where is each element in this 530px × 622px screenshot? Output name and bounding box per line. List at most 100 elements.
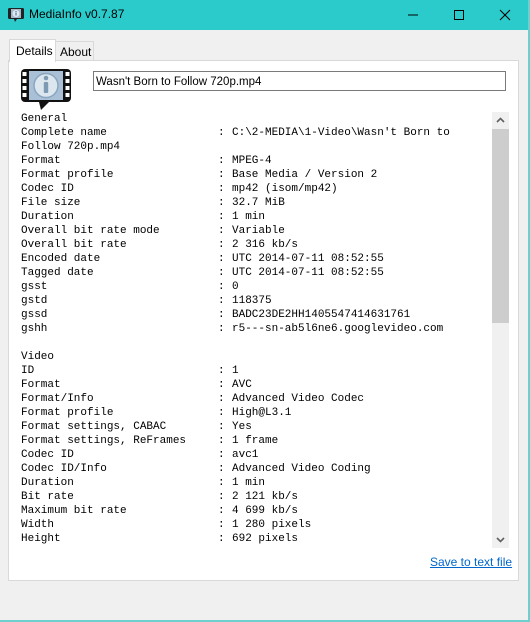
tab-details[interactable]: Details [9, 39, 56, 62]
info-value: UTC 2014-07-11 08:52:55 [232, 267, 384, 279]
info-value: avc1 [232, 449, 259, 461]
info-row: Width:1 280 pixels [21, 518, 491, 532]
info-value: Advanced Video Coding [232, 463, 371, 475]
info-value: 32.7 MiB [232, 197, 285, 209]
info-separator: : [218, 295, 225, 307]
info-separator: : [218, 183, 225, 195]
info-key: Format [21, 379, 61, 391]
info-value: 1 frame [232, 435, 279, 447]
maximize-button[interactable] [436, 0, 482, 30]
section-general-header-label: General [21, 113, 68, 125]
info-separator: : [218, 253, 225, 265]
info-row: Duration:1 min [21, 210, 491, 224]
info-row: Overall bit rate mode: Variable [21, 224, 491, 238]
info-row: gshh: r5---sn-ab5l6ne6.googlevideo.com [21, 322, 491, 336]
info-key: Duration [21, 477, 74, 489]
info-key: Overall bit rate mode [21, 225, 160, 237]
info-value: 2 121 kb/s [232, 491, 299, 503]
app-icon [8, 8, 24, 22]
info-row: Bit rate:2 121 kb/s [21, 490, 491, 504]
scroll-down-button[interactable] [492, 531, 509, 548]
info-separator: : [218, 197, 225, 209]
info-row: gssd: BADC23DE2HH1405547414631761 [21, 308, 491, 322]
info-row: Format: MPEG-4 [21, 154, 491, 168]
info-row: Overall bit rate:2 316 kb/s [21, 238, 491, 252]
scroll-up-button[interactable] [492, 112, 509, 129]
info-key: gshh [21, 323, 48, 335]
info-value: 1 [232, 365, 239, 377]
title-bar[interactable]: MediaInfo v0.7.87 [0, 0, 528, 30]
tab-about[interactable]: About [54, 41, 94, 62]
info-separator: : [218, 477, 225, 489]
mediainfo-logo-icon [21, 69, 71, 110]
scroll-thumb[interactable] [492, 129, 509, 323]
info-key: ID [21, 365, 35, 377]
info-row: gsst:0 [21, 280, 491, 294]
info-key: gssd [21, 309, 48, 321]
info-key: Format [21, 155, 61, 167]
tab-about-label: About [60, 45, 92, 59]
info-separator: : [218, 225, 225, 237]
info-value: UTC 2014-07-11 08:52:55 [232, 253, 384, 265]
info-key: File size [21, 197, 81, 209]
info-separator: : [218, 435, 225, 447]
section-video-header-label: Video [21, 351, 55, 363]
blank-row [21, 336, 491, 350]
info-separator: : [218, 519, 225, 531]
save-to-text-file-link[interactable]: Save to text file [430, 555, 512, 569]
filename-field[interactable]: Wasn't Born to Follow 720p.mp4 [93, 71, 506, 91]
info-value: r5---sn-ab5l6ne6.googlevideo.com [232, 323, 444, 335]
info-row: Tagged date: UTC 2014-07-11 08:52:55 [21, 266, 491, 280]
info-key: Tagged date [21, 267, 94, 279]
info-row: Format: AVC [21, 378, 491, 392]
info-row: Format profile: High@L3.1 [21, 406, 491, 420]
info-row: Complete name: C:\2-MEDIA\1-Video\Wasn't … [21, 126, 491, 140]
info-key: Follow 720p.mp4 [21, 141, 121, 153]
info-key: gsst [21, 281, 48, 293]
info-value: 1 280 pixels [232, 519, 312, 531]
info-key: Format profile [21, 169, 114, 181]
info-separator: : [218, 169, 225, 181]
info-row: Format settings, ReFrames:1 frame [21, 434, 491, 448]
info-separator: : [218, 407, 225, 419]
info-key: Duration [21, 211, 74, 223]
info-key: Overall bit rate [21, 239, 127, 251]
info-value: 1 min [232, 477, 266, 489]
info-separator: : [218, 505, 225, 517]
info-key: Maximum bit rate [21, 505, 127, 517]
info-separator: : [218, 309, 225, 321]
minimize-button[interactable] [390, 0, 436, 30]
info-row: Format settings, CABAC: Yes [21, 420, 491, 434]
info-separator: : [218, 533, 225, 545]
info-value: Base Media / Version 2 [232, 169, 378, 181]
info-value: 692 pixels [232, 533, 299, 545]
info-value: High@L3.1 [232, 407, 292, 419]
info-value: mp42 (isom/mp42) [232, 183, 338, 195]
info-row: Follow 720p.mp4 [21, 140, 491, 154]
info-separator: : [218, 379, 225, 391]
info-value: 0 [232, 281, 239, 293]
info-separator: : [218, 211, 225, 223]
info-key: gstd [21, 295, 48, 307]
info-separator: : [218, 463, 225, 475]
info-separator: : [218, 323, 225, 335]
info-row: ID:1 [21, 364, 491, 378]
info-value: 4 699 kb/s [232, 505, 299, 517]
info-value: C:\2-MEDIA\1-Video\Wasn't Born to [232, 127, 450, 139]
info-text-area[interactable]: General Complete name: C:\2-MEDIA\1-Video\… [21, 112, 491, 548]
close-button[interactable] [482, 0, 528, 30]
info-row: Encoded date: UTC 2014-07-11 08:52:55 [21, 252, 491, 266]
minimize-icon [408, 14, 418, 16]
info-separator: : [218, 127, 225, 139]
info-row: Codec ID/Info: Advanced Video Coding [21, 462, 491, 476]
vertical-scrollbar[interactable] [492, 112, 509, 548]
section-general-header: General [21, 112, 491, 126]
info-key: Codec ID/Info [21, 463, 107, 475]
info-separator: : [218, 365, 225, 377]
info-value: AVC [232, 379, 252, 391]
info-row: Format profile: Base Media / Version 2 [21, 168, 491, 182]
info-value: Yes [232, 421, 252, 433]
info-value: 2 316 kb/s [232, 239, 299, 251]
info-separator: : [218, 421, 225, 433]
info-value: 118375 [232, 295, 272, 307]
